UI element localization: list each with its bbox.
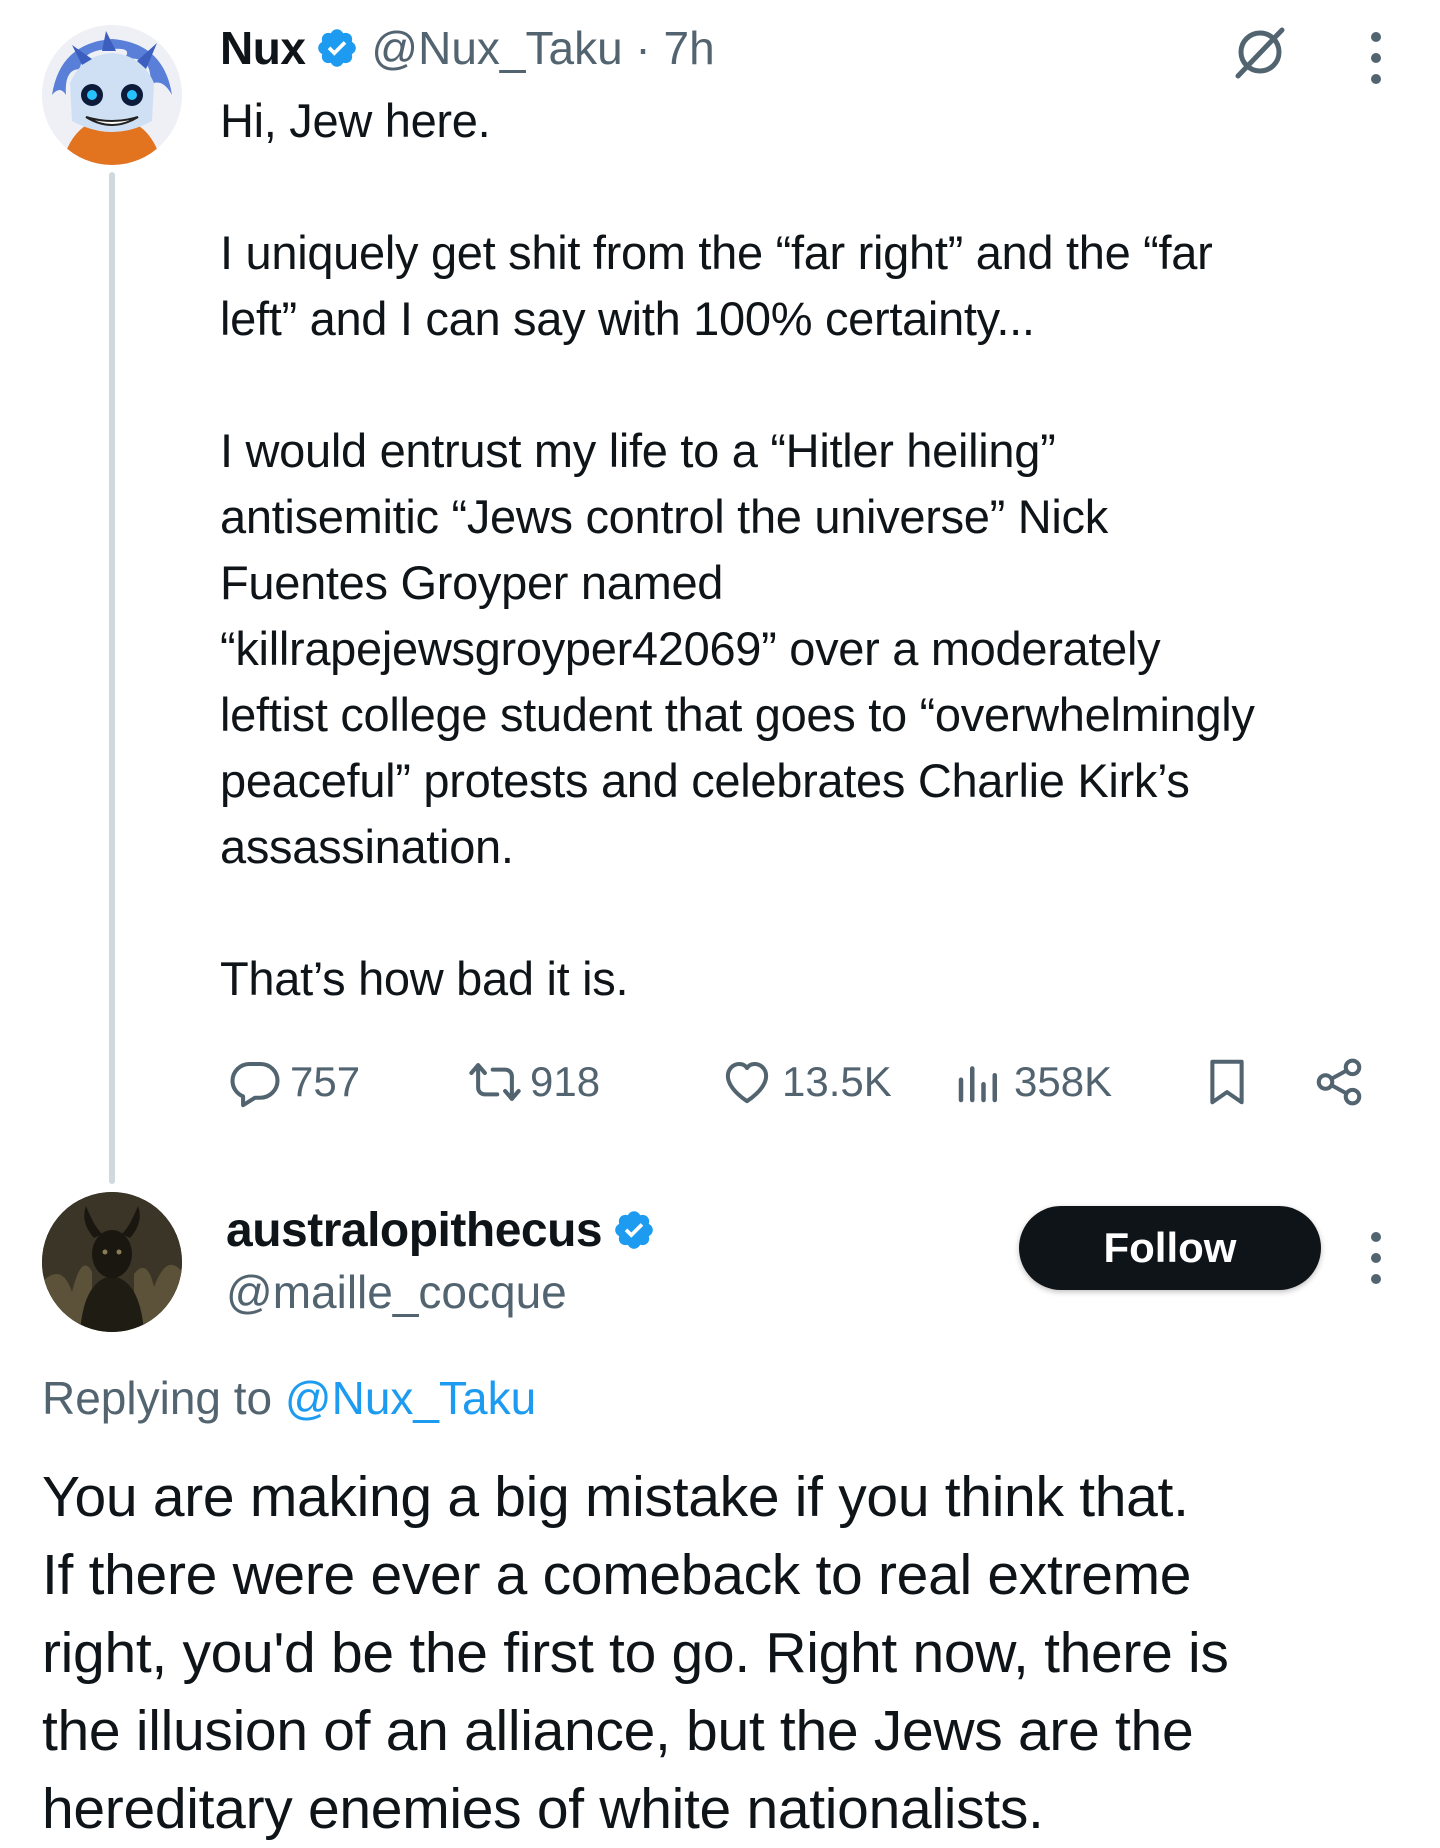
repost-button[interactable]: 918 <box>468 1050 600 1114</box>
tweet-line: “killrapejewsgroyper42069” over a modera… <box>220 622 1161 675</box>
tweet-line: I would entrust my life to a “Hitler hei… <box>220 424 1056 477</box>
like-count: 13.5K <box>782 1058 892 1105</box>
reply-author-name[interactable]: australopithecus <box>226 1203 603 1258</box>
views-icon <box>958 1066 997 1103</box>
share-icon <box>1316 1058 1362 1106</box>
repost-count: 918 <box>530 1058 601 1105</box>
bookmark-button[interactable] <box>1200 1050 1262 1114</box>
avatar-image <box>42 1192 182 1332</box>
reply-author-row: australopithecus <box>226 1198 668 1262</box>
bookmark-icon <box>1210 1059 1244 1105</box>
tweet-line: peaceful” protests and celebrates Charli… <box>220 754 1190 807</box>
avatar-image <box>42 25 182 165</box>
replying-prefix: Replying to <box>42 1372 285 1424</box>
replying-to: Replying to @Nux_Taku <box>42 1368 536 1428</box>
heart-icon <box>725 1061 769 1104</box>
reply-line: You are making a big mistake if you thin… <box>42 1465 1189 1529</box>
reply-line: hereditary enemies of white nationalists… <box>42 1777 1044 1841</box>
views-button[interactable]: 358K <box>952 1050 1112 1114</box>
like-button[interactable]: 13.5K <box>720 1050 892 1114</box>
share-button[interactable] <box>1312 1050 1374 1114</box>
verified-badge-icon <box>315 26 359 70</box>
follow-button[interactable]: Follow <box>1019 1206 1321 1290</box>
verified-badge-icon <box>612 1208 656 1252</box>
replying-handle-link[interactable]: @Nux_Taku <box>285 1372 536 1424</box>
reply-icon <box>230 1061 280 1108</box>
reply-text: You are making a big mistake if you thin… <box>42 1458 1432 1848</box>
tweet-line: Fuentes Groyper named <box>220 556 724 609</box>
view-count: 358K <box>1014 1058 1113 1105</box>
thread-line <box>109 172 115 1184</box>
more-icon[interactable] <box>1366 32 1386 95</box>
tweet-line: leftist college student that goes to “ov… <box>220 688 1255 741</box>
reply-count: 757 <box>290 1058 361 1105</box>
avatar[interactable] <box>42 25 182 165</box>
tweet-line: That’s how bad it is. <box>220 952 629 1005</box>
reply-line: the illusion of an alliance, but the Jew… <box>42 1699 1194 1763</box>
grok-icon[interactable] <box>1230 22 1290 82</box>
tweet-line: assassination. <box>220 820 514 873</box>
reply-button[interactable]: 757 <box>228 1050 360 1114</box>
author-handle-time[interactable]: @Nux_Taku · 7h <box>371 21 714 75</box>
repost-icon <box>469 1063 521 1101</box>
tweet-text: Hi, Jew here. I uniquely get shit from t… <box>220 88 1420 1012</box>
reply-line: If there were ever a comeback to real ex… <box>42 1543 1192 1607</box>
tweet-header: Nux @Nux_Taku · 7h <box>220 16 715 80</box>
tweet-line: Hi, Jew here. <box>220 94 491 147</box>
reply-line: right, you'd be the first to go. Right n… <box>42 1621 1229 1685</box>
tweet-line: left” and I can say with 100% certainty.… <box>220 292 1035 345</box>
more-icon[interactable] <box>1366 1232 1386 1295</box>
tweet-line: I uniquely get shit from the “far right”… <box>220 226 1213 279</box>
tweet-line: antisemitic “Jews control the universe” … <box>220 490 1108 543</box>
reply-author-handle[interactable]: @maille_cocque <box>226 1262 567 1322</box>
avatar[interactable] <box>42 1192 182 1332</box>
author-name[interactable]: Nux <box>220 21 306 75</box>
